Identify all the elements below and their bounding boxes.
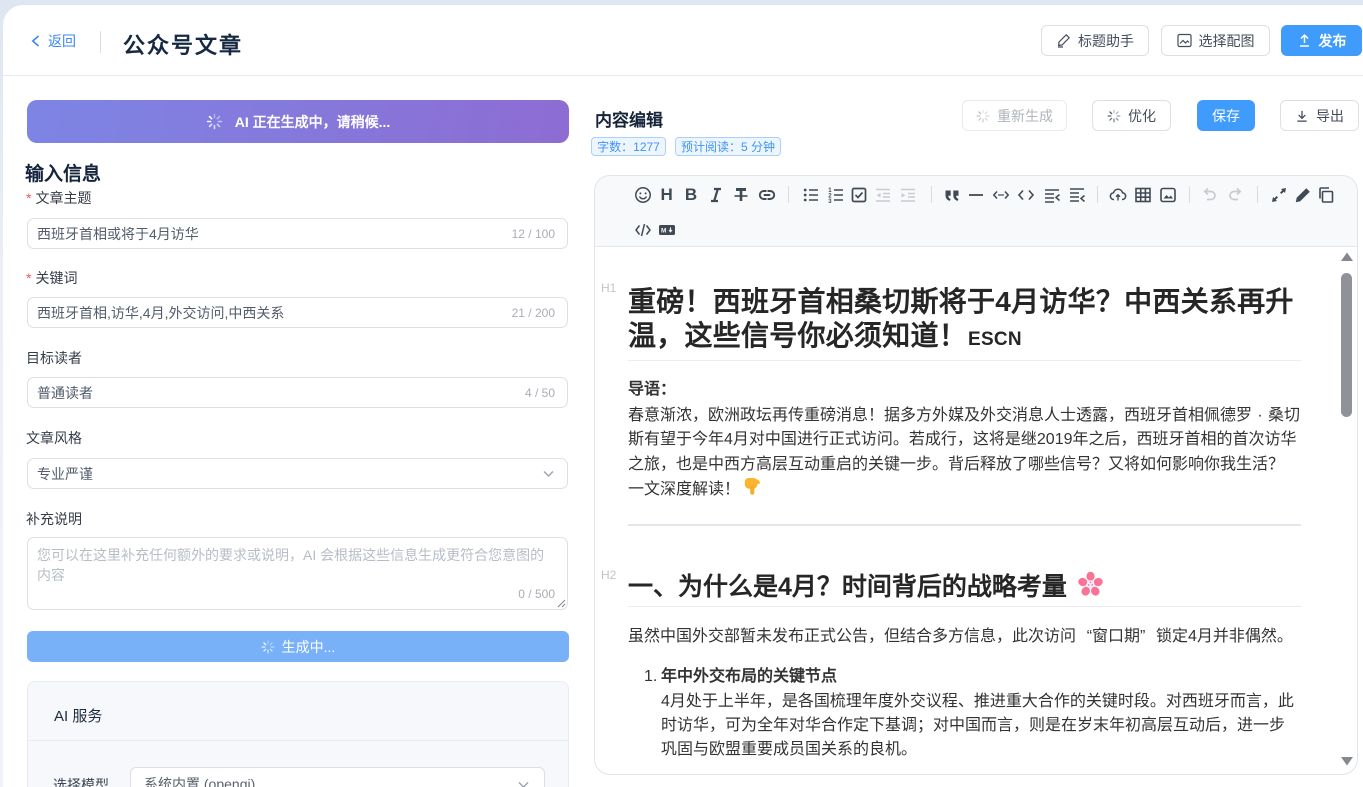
svg-text:M: M bbox=[661, 227, 666, 234]
svg-text:3: 3 bbox=[828, 199, 832, 204]
